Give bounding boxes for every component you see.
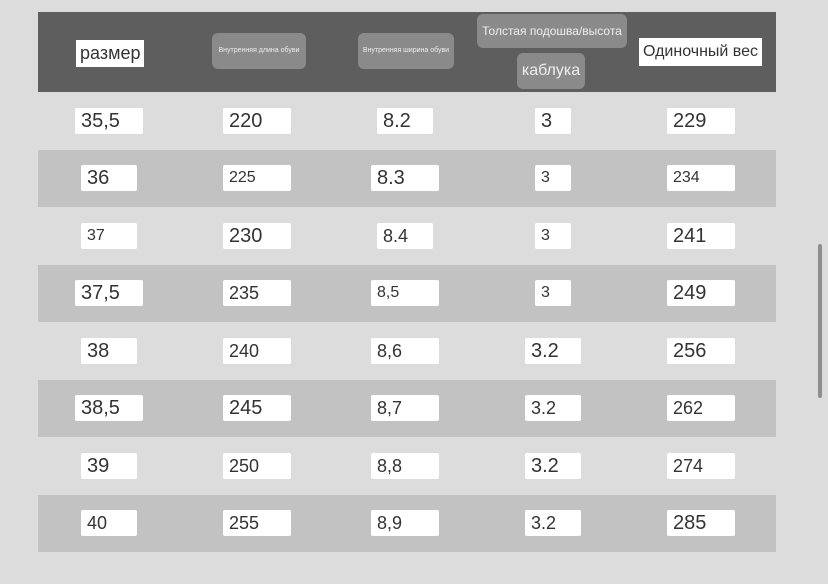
- cell-inner-width: 8.4: [377, 222, 433, 249]
- page: { "header": { "size": "размер", "inner_l…: [0, 0, 828, 584]
- cell-inner-width: 8,6: [371, 337, 439, 364]
- cell-inner-length: 250: [223, 452, 291, 479]
- cell-sole-height: 3.2: [525, 395, 581, 422]
- header-sole-height-line2: каблука: [517, 53, 585, 89]
- cell-inner-length: 245: [223, 395, 291, 422]
- cell-sole-height: 3.2: [525, 337, 581, 364]
- table-row: 38,5 245 8,7 3.2 262: [38, 379, 776, 437]
- cell-inner-length: 255: [223, 510, 291, 537]
- cell-inner-length: 235: [223, 280, 291, 307]
- cell-inner-width: 8,7: [371, 395, 439, 422]
- cell-size: 37,5: [75, 280, 143, 307]
- cell-inner-length: 220: [223, 107, 291, 134]
- header-size: размер: [76, 40, 145, 67]
- cell-sole-height: 3.2: [525, 510, 581, 537]
- vertical-scrollbar[interactable]: [818, 244, 822, 398]
- cell-sole-height: 3: [535, 165, 571, 192]
- cell-size: 40: [81, 510, 137, 537]
- cell-size: 36: [81, 165, 137, 192]
- cell-single-weight: 274: [667, 452, 735, 479]
- header-inner-width: Внутренняя ширина обуви: [358, 33, 454, 69]
- cell-sole-height: 3: [535, 280, 571, 307]
- cell-sole-height: 3: [535, 222, 571, 249]
- cell-inner-width: 8.2: [377, 107, 433, 134]
- cell-sole-height: 3: [535, 107, 571, 134]
- table-row: 40 255 8,9 3.2 285: [38, 494, 776, 552]
- table-row: 39 250 8,8 3.2 274: [38, 437, 776, 495]
- cell-inner-width: 8,5: [371, 280, 439, 307]
- cell-single-weight: 229: [667, 107, 735, 134]
- cell-single-weight: 256: [667, 337, 735, 364]
- cell-size: 37: [81, 222, 137, 249]
- table-header: размер Внутренняя длина обуви Внутренняя…: [38, 12, 776, 92]
- cell-inner-length: 240: [223, 337, 291, 364]
- cell-size: 35,5: [75, 107, 143, 134]
- cell-size: 38: [81, 337, 137, 364]
- cell-single-weight: 285: [667, 510, 735, 537]
- header-sole-height-line1: Толстая подошва/высота: [477, 14, 627, 48]
- cell-sole-height: 3.2: [525, 452, 581, 479]
- cell-size: 38,5: [75, 395, 143, 422]
- table-row: 38 240 8,6 3.2 256: [38, 322, 776, 380]
- cell-single-weight: 262: [667, 395, 735, 422]
- table-row: 36 225 8.3 3 234: [38, 149, 776, 207]
- cell-inner-width: 8,9: [371, 510, 439, 537]
- cell-inner-width: 8,8: [371, 452, 439, 479]
- header-inner-length: Внутренняя длина обуви: [212, 33, 306, 69]
- cell-single-weight: 241: [667, 222, 735, 249]
- table-row: 37,5 235 8,5 3 249: [38, 264, 776, 322]
- header-single-weight: Одиночный вес: [639, 38, 763, 66]
- cell-inner-length: 225: [223, 165, 291, 192]
- cell-inner-length: 230: [223, 222, 291, 249]
- cell-inner-width: 8.3: [371, 165, 439, 192]
- table-row: 37 230 8.4 3 241: [38, 207, 776, 265]
- cell-single-weight: 234: [667, 165, 735, 192]
- cell-single-weight: 249: [667, 280, 735, 307]
- cell-size: 39: [81, 452, 137, 479]
- size-table: размер Внутренняя длина обуви Внутренняя…: [38, 12, 776, 552]
- table-row: 35,5 220 8.2 3 229: [38, 92, 776, 150]
